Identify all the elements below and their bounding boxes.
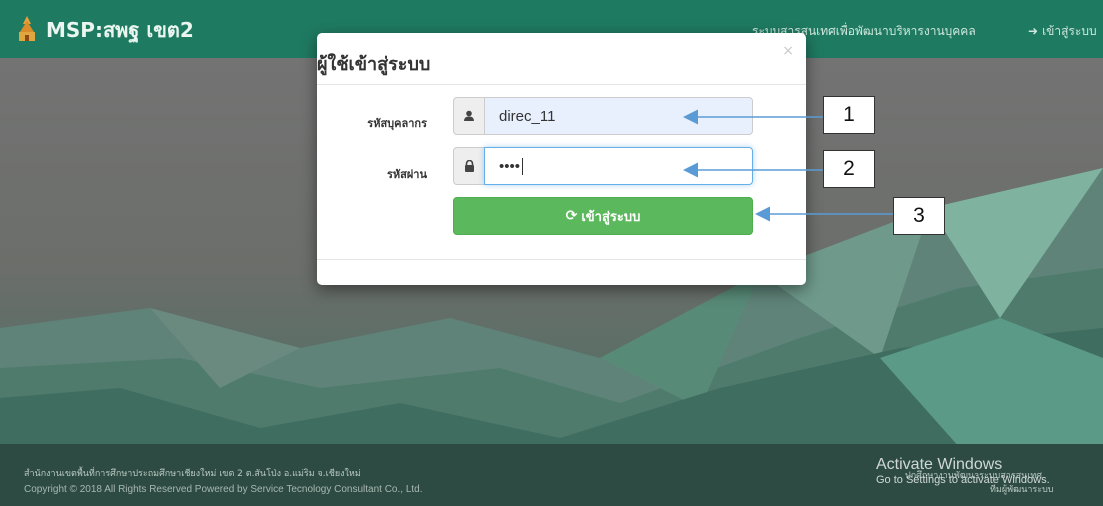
close-icon[interactable]: × bbox=[782, 43, 794, 59]
username-label: รหัสบุคลากร bbox=[367, 117, 427, 130]
sign-in-icon: ➜ bbox=[1028, 24, 1039, 38]
login-button-label: เข้าสู่ระบบ bbox=[581, 209, 641, 225]
watermark-subtitle: Go to Settings to activate Windows. bbox=[876, 474, 1050, 486]
login-modal: ผู้ใช้เข้าสู่ระบบ × รหัสบุคลากร direc_11… bbox=[317, 33, 806, 285]
modal-footer-divider bbox=[317, 259, 806, 260]
watermark-title: Activate Windows bbox=[876, 456, 1003, 473]
brand-title: MSP:สพฐ เขต2 bbox=[46, 18, 194, 42]
footer-copyright: Copyright © 2018 All Rights Reserved Pow… bbox=[24, 484, 423, 495]
nav-login-label: เข้าสู่ระบบ bbox=[1042, 24, 1097, 38]
password-input[interactable]: •••• bbox=[484, 147, 753, 185]
annotation-label-1: 1 bbox=[823, 96, 875, 134]
refresh-icon: ⟳ bbox=[565, 208, 578, 224]
brand[interactable]: MSP:สพฐ เขต2 bbox=[16, 14, 194, 46]
login-button[interactable]: ⟳ เข้าสู่ระบบ bbox=[453, 197, 753, 235]
username-input[interactable]: direc_11 bbox=[484, 97, 753, 135]
activate-windows-watermark: Activate Windows Go to Settings to activ… bbox=[876, 456, 1050, 486]
password-mask: •••• bbox=[499, 157, 521, 175]
annotation-label-3: 3 bbox=[893, 197, 945, 235]
nav-login-link[interactable]: ➜ เข้าสู่ระบบ bbox=[1028, 22, 1097, 41]
password-input-group: •••• bbox=[453, 147, 753, 185]
username-input-group: direc_11 bbox=[453, 97, 753, 135]
lock-icon bbox=[453, 147, 484, 185]
modal-title: ผู้ใช้เข้าสู่ระบบ bbox=[317, 54, 431, 75]
user-icon bbox=[453, 97, 484, 135]
annotation-label-2: 2 bbox=[823, 150, 875, 188]
modal-header: ผู้ใช้เข้าสู่ระบบ × bbox=[317, 33, 806, 85]
footer-address: สำนักงานเขตพื้นที่การศึกษาประถมศึกษาเชีย… bbox=[24, 469, 361, 479]
emblem-logo bbox=[19, 16, 35, 41]
text-caret bbox=[522, 157, 524, 175]
password-label: รหัสผ่าน bbox=[386, 168, 427, 181]
